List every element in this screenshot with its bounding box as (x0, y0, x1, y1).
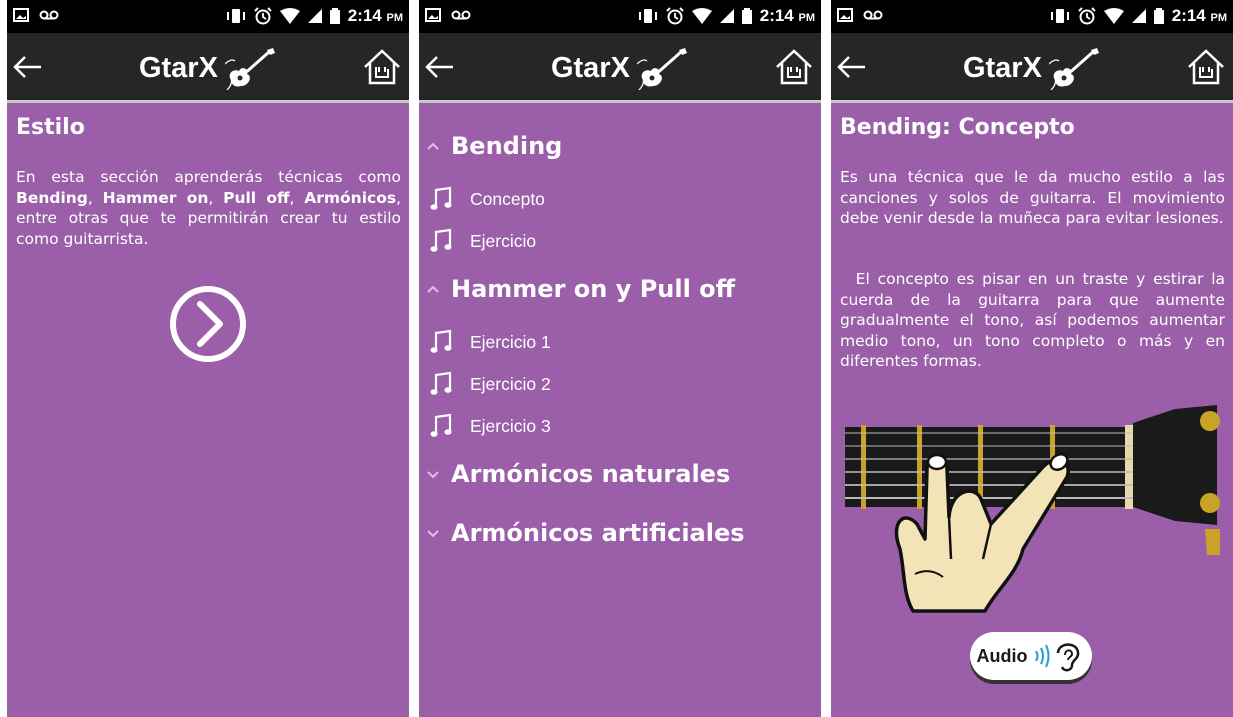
voicemail-icon (451, 10, 471, 20)
image-notification-icon (13, 8, 29, 22)
group-header-bending[interactable]: Bending (425, 132, 562, 160)
group-label: Hammer on y Pull off (451, 275, 736, 303)
signal-icon (1131, 9, 1146, 23)
group-label: Bending (451, 132, 563, 160)
group-header-hammer-on[interactable]: Hammer on y Pull off (425, 275, 735, 303)
battery-icon (329, 8, 340, 24)
lesson-item[interactable]: Ejercicio (430, 228, 536, 254)
lesson-label: Ejercicio 1 (470, 331, 551, 352)
lesson-label: Ejercicio 2 (470, 373, 551, 394)
music-note-icon (430, 228, 452, 252)
voicemail-icon (863, 10, 883, 20)
home-rock-icon[interactable] (774, 47, 814, 87)
app-bar: GtarX (7, 33, 409, 103)
bending-hand-illustration (845, 405, 1220, 613)
lesson-paragraph-1: Es una técnica que le da mucho estilo a … (840, 168, 1225, 227)
music-note-icon (430, 413, 452, 437)
app-title-group: GtarX (7, 46, 409, 90)
signal-icon (719, 9, 734, 23)
music-note-icon (430, 186, 452, 210)
audio-label: Audio (976, 645, 1028, 666)
content-area: Bending: Concepto Es una técnica que le … (831, 103, 1233, 717)
lesson-item[interactable]: Ejercicio 1 (430, 329, 551, 355)
lesson-paragraph-2: El concepto es pisar en un traste y esti… (840, 270, 1230, 370)
guitar-logo-icon (225, 48, 276, 90)
section-description: En esta sección aprenderás técnicas como… (16, 168, 402, 248)
chevron-up-icon (427, 142, 439, 150)
vibrate-icon (1050, 9, 1069, 23)
alarm-icon (666, 7, 684, 25)
lesson-item[interactable]: Concepto (430, 186, 545, 212)
chevron-down-icon (427, 530, 439, 538)
lesson-list: Bending Concepto Ejercicio Hammer on y P… (419, 103, 821, 717)
lesson-label: Ejercicio 3 (470, 415, 551, 436)
lesson-label: Ejercicio (470, 230, 537, 251)
guitar-logo-icon (637, 48, 688, 90)
lesson-item[interactable]: Ejercicio 3 (430, 413, 551, 439)
home-rock-icon[interactable] (1186, 47, 1226, 87)
section-heading: Estilo (16, 115, 85, 140)
image-notification-icon (837, 8, 853, 22)
app-title: GtarX (550, 51, 630, 84)
guitar-logo-icon (1049, 48, 1100, 90)
audio-button[interactable]: Audio (970, 632, 1092, 680)
vibrate-icon (638, 9, 657, 23)
app-bar: GtarX (831, 33, 1233, 103)
group-label: Armónicos naturales (451, 460, 731, 488)
wifi-icon (1103, 8, 1124, 24)
wifi-icon (279, 8, 300, 24)
clock: 2:14 PM (347, 6, 403, 25)
alarm-icon (254, 7, 272, 25)
signal-icon (307, 9, 322, 23)
chevron-right-circle-icon[interactable] (168, 284, 248, 364)
chevron-down-icon (427, 471, 439, 479)
status-bar: 2:14 PM (831, 0, 1233, 33)
image-notification-icon (425, 8, 441, 22)
chevron-up-icon (427, 285, 439, 293)
content-area: Estilo En esta sección aprenderás técnic… (7, 103, 409, 717)
ear-sound-icon (1034, 643, 1079, 672)
screen-estilo-menu: 2:14 PM GtarX Bending Concepto Ejercicio… (419, 0, 821, 717)
home-rock-icon[interactable] (362, 47, 402, 87)
lesson-label: Concepto (470, 188, 545, 209)
battery-icon (1153, 8, 1164, 24)
screen-bending-concepto: 2:14 PM GtarX Bending: Concepto Es una t… (831, 0, 1233, 717)
voicemail-icon (39, 10, 59, 20)
music-note-icon (430, 371, 452, 395)
battery-icon (741, 8, 752, 24)
app-title-group: GtarX (831, 46, 1233, 90)
clock: 2:14 PM (1171, 6, 1227, 25)
clock: 2:14 PM (759, 6, 815, 25)
app-title: GtarX (138, 51, 218, 84)
group-header-armonicos-naturales[interactable]: Armónicos naturales (425, 460, 730, 488)
music-note-icon (430, 329, 452, 353)
lesson-title: Bending: Concepto (840, 115, 1075, 140)
group-label: Armónicos artificiales (451, 519, 745, 547)
app-title: GtarX (962, 51, 1042, 84)
vibrate-icon (226, 9, 245, 23)
lesson-item[interactable]: Ejercicio 2 (430, 371, 551, 397)
app-bar: GtarX (419, 33, 821, 103)
app-title-group: GtarX (419, 46, 821, 90)
wifi-icon (691, 8, 712, 24)
alarm-icon (1078, 7, 1096, 25)
status-bar: 2:14 PM (419, 0, 821, 33)
screen-estilo: 2:14 PM GtarX Estilo En esta sección apr… (7, 0, 409, 717)
group-header-armonicos-artificiales[interactable]: Armónicos artificiales (425, 519, 745, 547)
status-bar: 2:14 PM (7, 0, 409, 33)
